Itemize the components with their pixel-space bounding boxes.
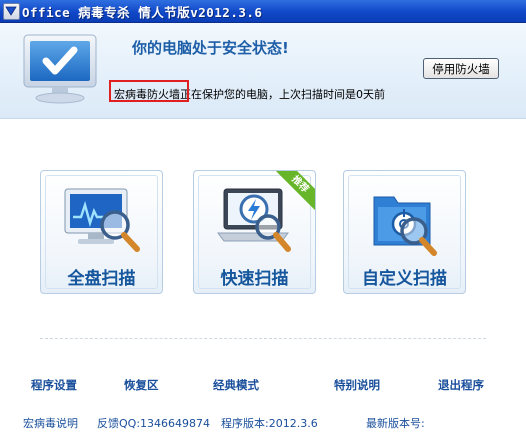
custom-scan-button[interactable]: 自定义扫描	[343, 170, 466, 294]
divider	[40, 338, 486, 339]
exit-program-link[interactable]: 退出程序	[438, 377, 484, 393]
highlight-box	[109, 80, 189, 102]
full-scan-label: 全盘扫描	[67, 269, 136, 289]
latest-version: 最新版本号:	[366, 417, 425, 430]
program-version: 程序版本:2012.3.6	[221, 417, 318, 430]
laptop-quick-scan-icon	[214, 183, 298, 263]
folder-target-icon	[364, 183, 448, 263]
monitor-scan-icon	[61, 183, 145, 263]
quick-scan-button[interactable]: 推荐 快速扫描	[193, 170, 316, 294]
classic-mode-link[interactable]: 经典模式	[213, 377, 259, 393]
program-settings-link[interactable]: 程序设置	[31, 377, 77, 393]
full-scan-button[interactable]: 全盘扫描	[40, 170, 163, 294]
app-icon	[3, 3, 20, 20]
quick-scan-label: 快速扫描	[220, 269, 289, 289]
title-bar: Office 病毒专杀 情人节版v2012.3.6	[0, 0, 526, 23]
macro-virus-desc-link[interactable]: 宏病毒说明	[23, 415, 78, 431]
status-headline: 你的电脑处于安全状态!	[132, 39, 289, 57]
disable-firewall-button[interactable]: 停用防火墙	[423, 58, 499, 79]
custom-scan-label: 自定义扫描	[362, 269, 447, 289]
restore-area-link[interactable]: 恢复区	[124, 377, 159, 393]
monitor-check-icon	[22, 33, 98, 109]
window-title: Office 病毒专杀 情人节版v2012.3.6	[22, 5, 263, 20]
status-banner: 你的电脑处于安全状态! 停用防火墙 宏病毒防火墙正在保护您的电脑，上次扫描时间是…	[0, 23, 526, 119]
feedback-qq: 反馈QQ:1346649874	[97, 417, 211, 430]
special-notes-link[interactable]: 特别说明	[334, 377, 380, 393]
